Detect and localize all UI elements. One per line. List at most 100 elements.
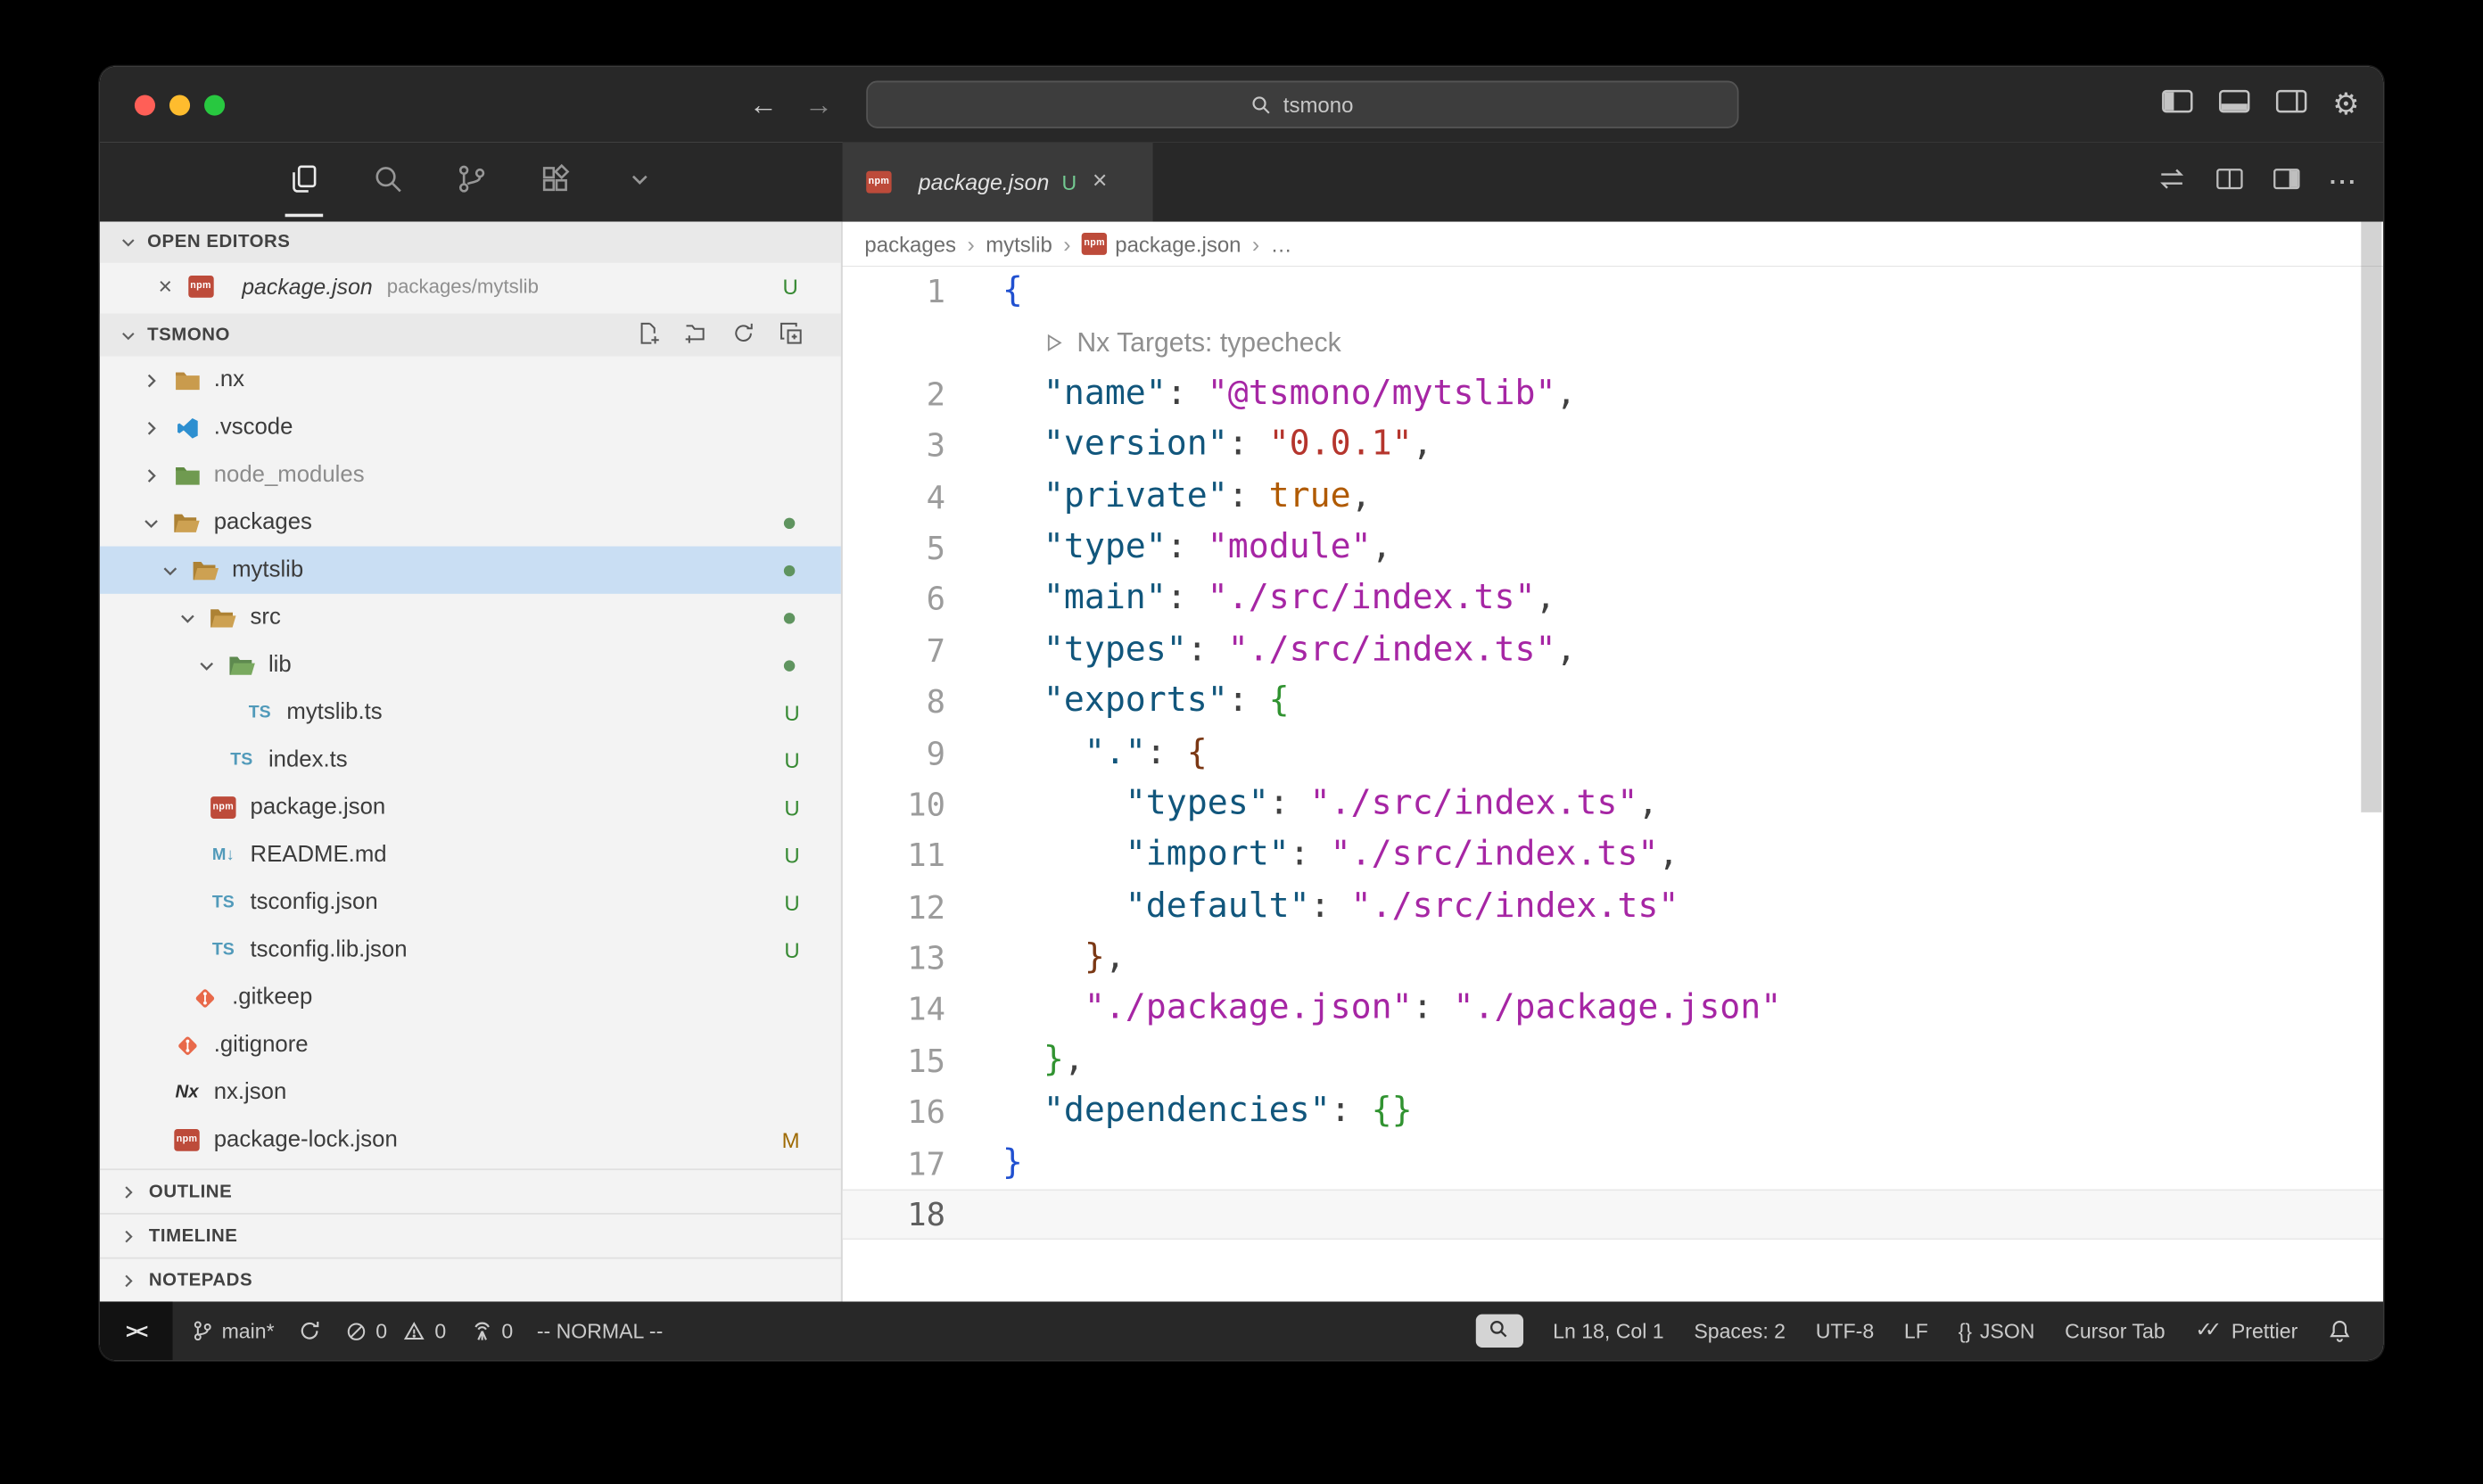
command-center-search[interactable]: tsmono bbox=[866, 81, 1738, 128]
collapse-folders-icon[interactable] bbox=[780, 321, 804, 350]
code-line-14[interactable]: 14 "./package.json": "./package.json" bbox=[843, 984, 2384, 1035]
code-lens-nx-targets[interactable]: Nx Targets: typecheck bbox=[843, 317, 2384, 369]
git-branch-status[interactable]: main* bbox=[192, 1319, 275, 1343]
tree-item-tsconfig-lib-json[interactable]: TStsconfig.lib.jsonU bbox=[100, 927, 841, 974]
formatter-status[interactable]: ✓✓ Prettier bbox=[2195, 1319, 2297, 1343]
cursor-position-status[interactable]: Ln 18, Col 1 bbox=[1553, 1319, 1663, 1343]
app-window: ← → tsmono ⚙ bbox=[100, 67, 2383, 1361]
tree-item--gitignore[interactable]: .gitignore bbox=[100, 1021, 841, 1068]
code-line-8[interactable]: 8 "exports": { bbox=[843, 676, 2384, 728]
breadcrumb-item[interactable]: … bbox=[1271, 232, 1292, 256]
tree-item-mytslib[interactable]: mytslib bbox=[100, 547, 841, 594]
vim-mode-indicator[interactable]: -- NORMAL -- bbox=[537, 1319, 663, 1343]
line-number: 11 bbox=[843, 830, 945, 882]
new-file-icon[interactable] bbox=[637, 321, 661, 350]
breadcrumb-item[interactable]: npmpackage.json bbox=[1082, 232, 1242, 256]
source-control-tab[interactable] bbox=[448, 143, 495, 222]
close-window-button[interactable] bbox=[135, 95, 155, 116]
search-tab[interactable] bbox=[363, 143, 410, 222]
extensions-tab[interactable] bbox=[532, 143, 579, 222]
sync-changes-button[interactable] bbox=[298, 1319, 322, 1343]
breadcrumb-item[interactable]: mytslib bbox=[986, 232, 1052, 256]
panel-timeline[interactable]: TIMELINE bbox=[100, 1213, 841, 1257]
open-changes-icon[interactable] bbox=[2157, 166, 2187, 199]
split-editor-icon[interactable] bbox=[2273, 166, 2301, 199]
git-branch-icon bbox=[192, 1319, 214, 1343]
code-line-18[interactable]: 18 bbox=[843, 1189, 2384, 1241]
panel-outline[interactable]: OUTLINE bbox=[100, 1168, 841, 1213]
tree-item-nx-json[interactable]: Nxnx.json bbox=[100, 1068, 841, 1116]
more-actions-icon[interactable]: ··· bbox=[2330, 169, 2358, 195]
toggle-panel-icon[interactable] bbox=[2218, 88, 2250, 121]
code-line-12[interactable]: 12 "default": "./src/index.ts" bbox=[843, 881, 2384, 933]
code-line-15[interactable]: 15 }, bbox=[843, 1035, 2384, 1087]
tree-item-packages[interactable]: packages bbox=[100, 499, 841, 546]
cursor-tab-status[interactable]: Cursor Tab bbox=[2065, 1319, 2165, 1343]
open-editors-header[interactable]: OPEN EDITORS bbox=[100, 222, 841, 263]
notifications-button[interactable] bbox=[2328, 1319, 2352, 1343]
problems-status[interactable]: 0 0 bbox=[346, 1319, 447, 1343]
tree-item--nx[interactable]: .nx bbox=[100, 356, 841, 403]
ports-status[interactable]: 0 bbox=[470, 1319, 513, 1343]
new-folder-icon[interactable] bbox=[684, 321, 708, 350]
tree-item-tsconfig-json[interactable]: TStsconfig.jsonU bbox=[100, 878, 841, 926]
navigate-back-button[interactable]: ← bbox=[749, 88, 778, 121]
open-editors-label: OPEN EDITORS bbox=[147, 233, 290, 251]
search-icon bbox=[1251, 95, 1272, 115]
indentation-status[interactable]: Spaces: 2 bbox=[1694, 1319, 1786, 1343]
zoom-window-button[interactable] bbox=[204, 95, 225, 116]
open-preview-icon[interactable] bbox=[2215, 166, 2244, 199]
git-icon bbox=[191, 985, 219, 1010]
close-editor-icon[interactable]: × bbox=[159, 275, 173, 299]
tree-item-src[interactable]: src bbox=[100, 594, 841, 641]
eol-status[interactable]: LF bbox=[1904, 1319, 1928, 1343]
refresh-icon[interactable] bbox=[731, 321, 755, 350]
code-line-10[interactable]: 10 "types": "./src/index.ts", bbox=[843, 779, 2384, 830]
code-line-16[interactable]: 16 "dependencies": {} bbox=[843, 1086, 2384, 1138]
tab-package-json[interactable]: npm package.json U × bbox=[843, 143, 1153, 222]
code-line-5[interactable]: 5 "type": "module", bbox=[843, 523, 2384, 574]
open-editor-item[interactable]: × npm package.json packages/mytslib U bbox=[100, 263, 841, 310]
code-line-1[interactable]: 1{ bbox=[843, 266, 2384, 317]
tree-item-node-modules[interactable]: node_modules bbox=[100, 451, 841, 499]
search-status-button[interactable] bbox=[1475, 1315, 1522, 1348]
tree-item-lib[interactable]: lib bbox=[100, 641, 841, 688]
workbench: OPEN EDITORS × npm package.json packages… bbox=[100, 143, 2383, 1302]
status-bar: >< main* 0 bbox=[100, 1301, 2383, 1360]
more-views-button[interactable] bbox=[615, 143, 663, 222]
tree-item-label: mytslib bbox=[232, 557, 303, 582]
code-line-6[interactable]: 6 "main": "./src/index.ts", bbox=[843, 573, 2384, 625]
tree-item-index-ts[interactable]: TSindex.tsU bbox=[100, 737, 841, 784]
code-line-11[interactable]: 11 "import": "./src/index.ts", bbox=[843, 830, 2384, 882]
close-tab-icon[interactable]: × bbox=[1093, 169, 1108, 194]
minimize-window-button[interactable] bbox=[169, 95, 190, 116]
source-control-icon bbox=[454, 161, 489, 203]
code-line-2[interactable]: 2 "name": "@tsmono/mytslib", bbox=[843, 368, 2384, 420]
explorer-tab[interactable] bbox=[279, 143, 326, 222]
code-line-7[interactable]: 7 "types": "./src/index.ts", bbox=[843, 625, 2384, 677]
code-line-4[interactable]: 4 "private": true, bbox=[843, 471, 2384, 523]
tree-item-package-json[interactable]: npmpackage.jsonU bbox=[100, 784, 841, 831]
panel-label: TIMELINE bbox=[149, 1226, 238, 1245]
code-line-17[interactable]: 17} bbox=[843, 1138, 2384, 1190]
language-mode-status[interactable]: {} JSON bbox=[1959, 1319, 2035, 1343]
toggle-secondary-sidebar-icon[interactable] bbox=[2275, 88, 2307, 121]
project-section-header[interactable]: TSMONO bbox=[100, 314, 841, 357]
remote-indicator[interactable]: >< bbox=[100, 1301, 173, 1360]
panel-label: NOTEPADS bbox=[149, 1271, 252, 1290]
encoding-status[interactable]: UTF-8 bbox=[1816, 1319, 1874, 1343]
editor-scrollbar[interactable] bbox=[2361, 222, 2381, 812]
code-line-9[interactable]: 9 ".": { bbox=[843, 728, 2384, 779]
tree-item--vscode[interactable]: .vscode bbox=[100, 404, 841, 451]
tree-item-readme-md[interactable]: M↓README.mdU bbox=[100, 831, 841, 878]
code-line-13[interactable]: 13 }, bbox=[843, 933, 2384, 985]
panel-notepads[interactable]: NOTEPADS bbox=[100, 1257, 841, 1302]
breadcrumb-item[interactable]: packages bbox=[864, 232, 956, 256]
toggle-primary-sidebar-icon[interactable] bbox=[2161, 88, 2193, 121]
settings-gear-icon[interactable]: ⚙ bbox=[2332, 89, 2359, 120]
tree-item-mytslib-ts[interactable]: TSmytslib.tsU bbox=[100, 688, 841, 736]
code-line-3[interactable]: 3 "version": "0.0.1", bbox=[843, 420, 2384, 472]
navigate-forward-button[interactable]: → bbox=[804, 88, 833, 121]
tree-item-package-lock-json[interactable]: npmpackage-lock.jsonM bbox=[100, 1117, 841, 1164]
tree-item--gitkeep[interactable]: .gitkeep bbox=[100, 974, 841, 1021]
